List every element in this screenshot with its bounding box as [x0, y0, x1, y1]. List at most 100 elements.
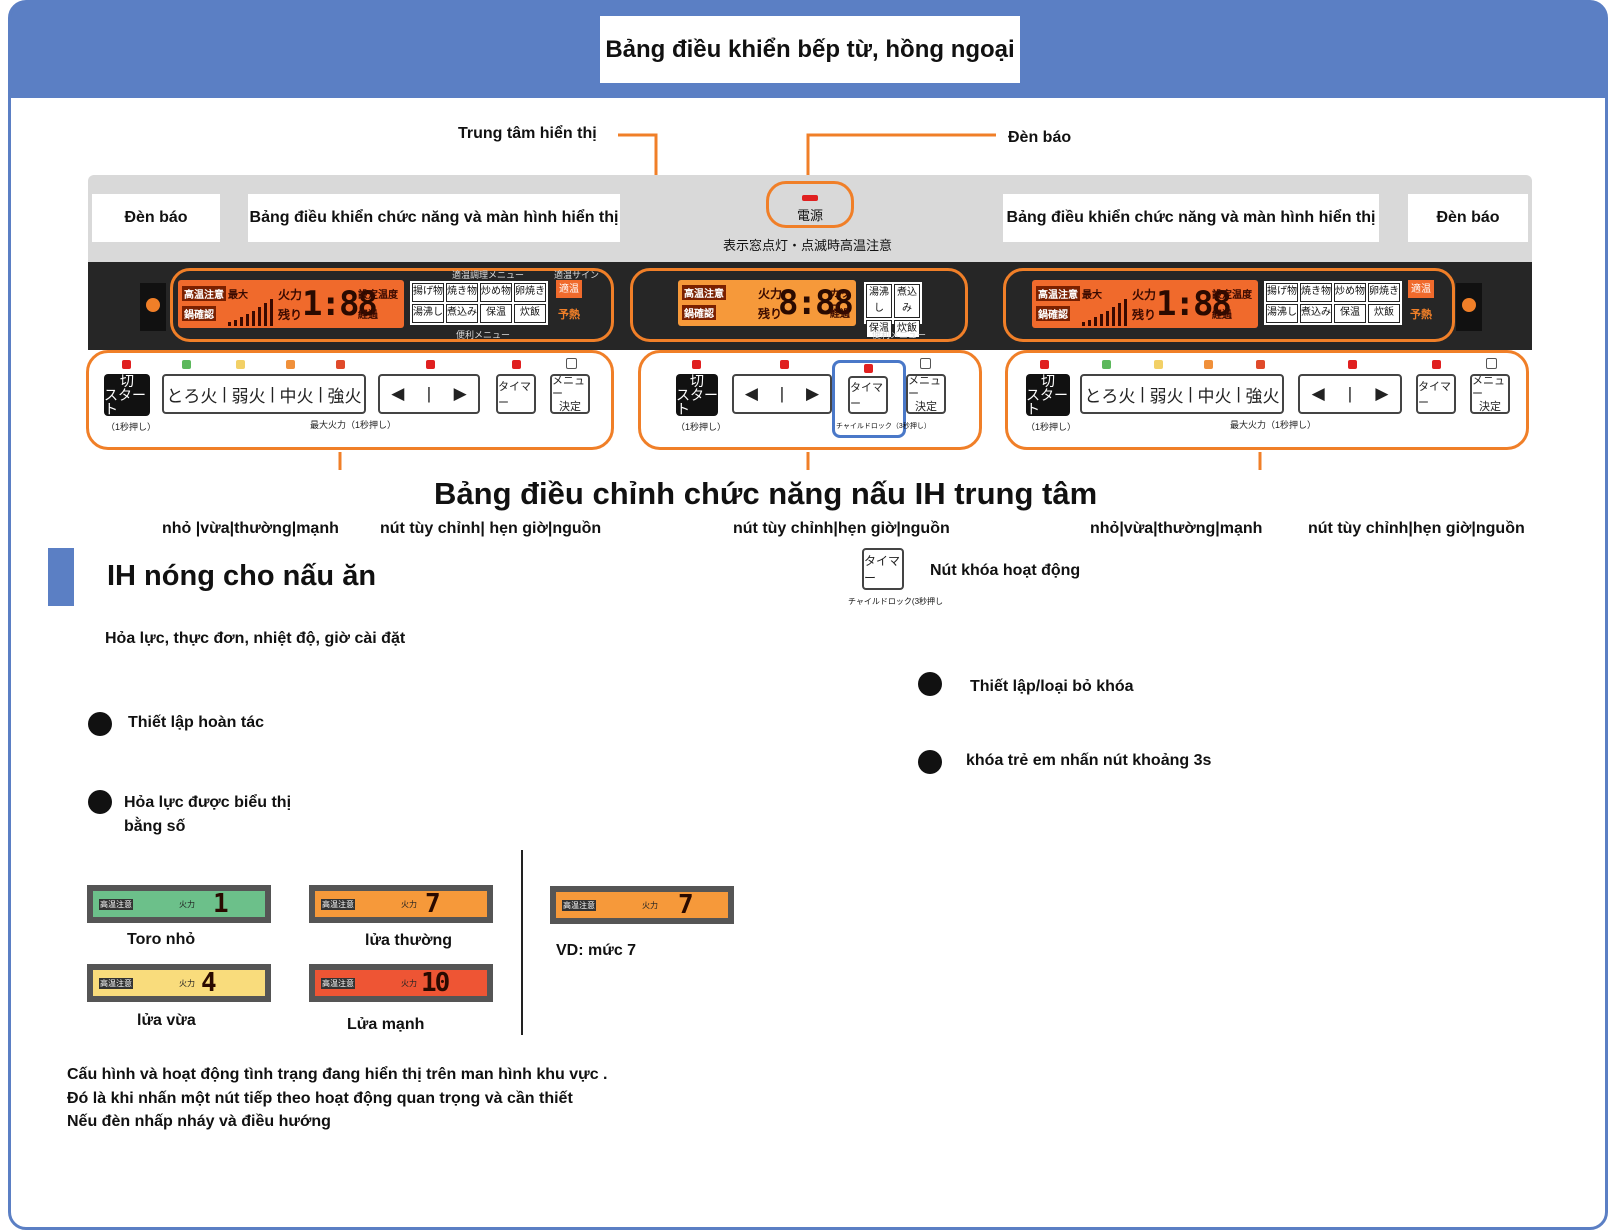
right-menu-item: 炊飯: [1368, 304, 1400, 323]
right-menu-item: 焼き物: [1300, 283, 1332, 302]
left-menu-item: 揚げ物: [412, 283, 444, 302]
sub-left-heat: nhỏ |vừa|thường|mạnh: [162, 520, 339, 537]
example-fire: 火力: [642, 900, 658, 910]
section-marker: [48, 548, 74, 606]
start-btn-right-l2: スタート: [1026, 387, 1068, 417]
start-btn-left-l2: スタート: [104, 387, 146, 417]
arrow-right-icon[interactable]: ▶: [454, 384, 467, 404]
lock-button-note: チャイルドロック(3秒押し: [848, 597, 944, 606]
right-sign-preheat: 予熱: [1410, 309, 1432, 321]
timer-button-right[interactable]: タイマー: [1416, 374, 1456, 414]
arrow-buttons-left: ◀ | ▶: [378, 374, 480, 414]
power-note: 表示窓点灯・点滅時高温注意: [723, 238, 893, 253]
led-toro-left: [182, 360, 191, 369]
menu-button-right[interactable]: メニュー 決定: [1470, 374, 1510, 414]
right-menu-item: 保温: [1334, 304, 1366, 323]
center-menu-item: 湯沸し: [866, 284, 892, 318]
left-menu-item: 炒め物: [480, 283, 512, 302]
btn-toro-left[interactable]: とろ火: [166, 382, 217, 407]
start-note-center: （1秒押し）: [676, 422, 727, 432]
example-display: 高温注意 火力 7: [550, 886, 734, 924]
right-menu-item: 炒め物: [1334, 283, 1366, 302]
level-warn: 高温注意: [321, 898, 355, 910]
menu-button-left[interactable]: メニュー 決定: [550, 374, 590, 414]
btn-mid-right[interactable]: 中火: [1198, 382, 1232, 407]
bullet-icon: [88, 712, 112, 736]
lcd-right-level-bars: [1082, 299, 1127, 326]
level-caption-medium: lửa vừa: [137, 1012, 196, 1029]
timer-button-left[interactable]: タイマー: [496, 374, 536, 414]
left-lcd: 高温注意 鍋確認 最大 火力 残り 1:88 設定温度 経過: [178, 280, 404, 328]
level-caption-strong: Lửa mạnh: [347, 1016, 425, 1033]
btn-strong-right[interactable]: 強火: [1246, 382, 1280, 407]
lcd-level-bars: [228, 299, 273, 326]
right-menu-grid: 揚げ物 焼き物 炒め物 卵焼き 湯沸し 煮込み 保温 炊飯: [1264, 281, 1402, 325]
start-note-left: （1秒押し）: [106, 422, 157, 432]
lock-label: Nút khóa hoạt động: [930, 562, 1081, 579]
start-btn-center-l1: 切: [690, 373, 704, 389]
sign-temp: 適温: [556, 280, 582, 298]
footer-line-3: Nếu đèn nhấp nháy và điều hướng: [67, 1113, 331, 1130]
timer-button-center[interactable]: タイマー: [848, 376, 888, 414]
level-digit: 1: [213, 889, 229, 919]
start-note-right: （1秒押し）: [1026, 422, 1077, 432]
led-timer-left: [512, 360, 521, 369]
menu-button-center[interactable]: メニュー 決定: [906, 374, 946, 414]
led-mid-left: [286, 360, 295, 369]
callout-indicator-right: Đèn báo: [1408, 194, 1528, 242]
sign-preheat: 予熱: [558, 309, 580, 321]
level-digit: 4: [201, 968, 217, 998]
bullet-icon: [88, 790, 112, 814]
lock-bullet-childlock: khóa trẻ em nhấn nút khoảng 3s: [966, 752, 1212, 769]
btn-mid-left[interactable]: 中火: [280, 382, 314, 407]
lcd-elapsed: 経過: [358, 310, 378, 321]
btn-strong-left[interactable]: 強火: [328, 382, 362, 407]
menu-bottom-label: 便利メニュー: [456, 330, 511, 340]
center-menu-bottom-label: 便利メニュー: [872, 330, 927, 340]
arrow-right-center-icon[interactable]: ▶: [806, 384, 819, 404]
right-menu-item: 湯沸し: [1266, 304, 1298, 323]
arrow-left-center-icon[interactable]: ◀: [745, 384, 758, 404]
start-button-center[interactable]: 切スタート: [676, 374, 718, 416]
led-strong-left: [336, 360, 345, 369]
lcd-right-set-temp: 設定温度: [1212, 290, 1252, 301]
level-fire: 火力: [401, 899, 417, 909]
arrow-left-icon[interactable]: ◀: [391, 384, 404, 404]
left-menu-grid: 揚げ物 焼き物 炒め物 卵焼き 湯沸し 煮込み 保温 炊飯: [410, 281, 548, 325]
lcd-center-warn-hot: 高温注意: [682, 285, 726, 300]
right-menu-item: 揚げ物: [1266, 283, 1298, 302]
level-display-medium: 高温注意 火力 4: [87, 964, 271, 1002]
callout-display-center: Trung tâm hiển thị: [458, 125, 597, 142]
led-start-left: [122, 360, 131, 369]
footer-line-2: Đó là khi nhấn một nút tiếp theo hoạt độ…: [67, 1090, 573, 1107]
center-menu-grid: 湯沸し 煮込み 保温 炊飯: [864, 282, 922, 338]
arrow-right-right-icon[interactable]: ▶: [1375, 384, 1388, 404]
btn-weak-left[interactable]: 弱火: [231, 382, 265, 407]
max-note-left: 最大火力（1秒押し）: [310, 420, 397, 430]
ih-title: IH nóng cho nấu ăn: [107, 560, 377, 592]
btn-weak-right[interactable]: 弱火: [1149, 382, 1183, 407]
left-menu-item: 煮込み: [446, 304, 478, 323]
level-caption-toro: Toro nhỏ: [127, 931, 196, 948]
start-button-left[interactable]: 切スタート: [104, 374, 150, 416]
power-led: [802, 195, 818, 201]
lcd-right-warn-hot: 高温注意: [1036, 286, 1080, 301]
left-menu-item: 保温: [480, 304, 512, 323]
btn-toro-right[interactable]: とろ火: [1084, 382, 1135, 407]
menu-btn-right-l1: メニュー: [1472, 374, 1505, 400]
sub-center-custom: nút tùy chỉnh|hẹn giờ|nguồn: [733, 520, 950, 537]
lcd-set-temp: 設定温度: [358, 290, 398, 301]
divider: [521, 850, 523, 1035]
level-fire: 火力: [179, 899, 195, 909]
level-display-strong: 高温注意 火力 10: [309, 964, 493, 1002]
sub-right-heat: nhỏ|vừa|thường|mạnh: [1090, 520, 1263, 537]
start-button-right[interactable]: 切スタート: [1026, 374, 1070, 416]
led-timer-right: [1432, 360, 1441, 369]
indicator-right-led: [1462, 298, 1476, 312]
start-btn-left-l1: 切: [120, 373, 134, 389]
led-weak-left: [236, 360, 245, 369]
sub-left-custom: nút tùy chỉnh| hẹn giờ|nguồn: [380, 520, 602, 537]
lcd-right-warn-pan: 鍋確認: [1036, 306, 1070, 321]
power-label: 電源: [797, 208, 824, 223]
arrow-left-right-icon[interactable]: ◀: [1312, 384, 1325, 404]
